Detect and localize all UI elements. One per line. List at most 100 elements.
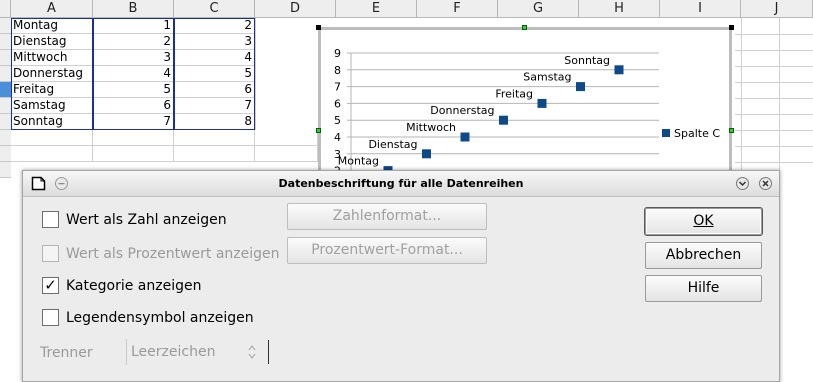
data-point [614,65,624,75]
category-label[interactable]: Kategorie anzeigen [66,278,201,294]
data-label: Freitag [495,87,533,100]
cell-c1[interactable]: 2 [174,18,255,34]
cell-a4[interactable]: Donnerstag [11,66,93,82]
data-point [422,149,431,159]
percent-format-button[interactable]: Prozentwert-Format... [287,237,487,264]
legend-symbol-checkbox[interactable] [42,309,59,326]
grid-line [255,18,256,130]
cell-a5[interactable]: Freitag [11,82,93,98]
column-header-b[interactable]: B [93,0,174,18]
data-labels-dialog: Datenbeschriftung für alle Datenreihen W… [22,170,780,382]
value-number-checkbox[interactable] [42,211,59,228]
y-tick-label: 4 [334,131,341,144]
grid-line [735,98,813,99]
chart-resize-handle[interactable] [522,25,527,30]
cell-b5[interactable]: 5 [93,82,174,98]
legend-symbol [662,129,670,137]
cell-b1[interactable]: 1 [93,18,174,34]
cell-c7[interactable]: 8 [174,114,255,130]
data-label: Donnerstag [430,104,494,117]
cell-b7[interactable]: 7 [93,114,174,130]
chart-resize-handle[interactable] [729,25,734,30]
row-header[interactable] [0,50,11,66]
cell-a1[interactable]: Montag [11,18,93,34]
cell-c2[interactable]: 3 [174,34,255,50]
corner-cell[interactable] [0,0,11,18]
row-header[interactable] [0,34,11,50]
category-checkbox[interactable]: ✓ [42,277,59,294]
cell-b2[interactable]: 2 [93,34,174,50]
chart-object[interactable]: 23456789MontagDienstagMittwochDonnerstag… [318,27,732,187]
cell-c3[interactable]: 4 [174,50,255,66]
row-header-selected[interactable] [0,82,11,98]
data-label: Mittwoch [406,121,456,134]
dialog-titlebar[interactable]: Datenbeschriftung für alle Datenreihen [23,171,779,197]
minimize-icon[interactable] [735,176,750,191]
value-percent-checkbox[interactable] [42,245,59,262]
chart-resize-handle[interactable] [316,128,321,133]
column-header-d[interactable]: D [255,0,336,18]
grid-line [735,66,813,67]
y-tick-label: 6 [334,97,341,110]
cell-b4[interactable]: 4 [93,66,174,82]
row-header[interactable] [0,162,11,178]
data-point [576,82,585,92]
cell-b6[interactable]: 6 [93,98,174,114]
cell-c4[interactable]: 5 [174,66,255,82]
column-header-j[interactable]: J [741,0,813,18]
cell-empty[interactable] [93,146,174,162]
close-icon[interactable] [758,176,773,191]
cell-a2[interactable]: Dienstag [11,34,93,50]
cancel-button[interactable]: Abbrechen [645,242,762,269]
cell-a3[interactable]: Mittwoch [11,50,93,66]
column-header-i[interactable]: I [660,0,741,18]
separator-select-value: Leerzeichen [131,344,216,360]
grid-line [735,130,813,131]
y-tick-label: 9 [334,47,341,60]
legend-symbol-label[interactable]: Legendensymbol anzeigen [66,310,254,326]
separator-select[interactable]: Leerzeichen [126,339,268,365]
row-header[interactable] [0,18,11,34]
help-button[interactable]: Hilfe [645,275,762,302]
cell-empty[interactable] [93,130,174,146]
y-tick-label: 8 [334,64,341,77]
cell-empty[interactable] [11,130,93,146]
cell-empty[interactable] [11,146,93,162]
value-number-label[interactable]: Wert als Zahl anzeigen [66,212,227,228]
text-cursor [268,340,269,364]
cell-b3[interactable]: 3 [93,50,174,66]
dialog-title: Datenbeschriftung für alle Datenreihen [278,177,524,190]
row-header[interactable] [0,130,11,146]
cell-a7[interactable]: Sonntag [11,114,93,130]
cell-empty[interactable] [174,146,255,162]
grid-line [779,18,780,170]
chart-resize-handle[interactable] [729,128,734,133]
grid-line [735,34,813,35]
column-header-e[interactable]: E [336,0,417,18]
column-header-a[interactable]: A [11,0,93,18]
grid-line [735,162,813,163]
column-header-h[interactable]: H [579,0,660,18]
cell-empty[interactable] [255,130,318,146]
cell-empty[interactable] [255,146,318,162]
row-header[interactable] [0,66,11,82]
cell-c6[interactable]: 7 [174,98,255,114]
chart-plot: 23456789MontagDienstagMittwochDonnerstag… [334,47,720,180]
data-label: Montag [338,155,379,168]
grid-line [741,18,742,170]
row-header[interactable] [0,98,11,114]
chart-resize-handle[interactable] [316,25,321,30]
data-label: Sonntag [564,54,610,67]
grid-line [735,146,813,147]
column-header-c[interactable]: C [174,0,255,18]
number-format-button[interactable]: Zahlenformat... [287,203,487,230]
cell-empty[interactable] [174,130,255,146]
row-header[interactable] [0,146,11,162]
cell-a6[interactable]: Samstag [11,98,93,114]
column-header-f[interactable]: F [417,0,498,18]
cell-c5[interactable]: 6 [174,82,255,98]
ok-button[interactable]: OK [645,208,762,235]
column-header-g[interactable]: G [498,0,579,18]
legend-label: Spalte C [674,127,720,140]
row-header[interactable] [0,114,11,130]
